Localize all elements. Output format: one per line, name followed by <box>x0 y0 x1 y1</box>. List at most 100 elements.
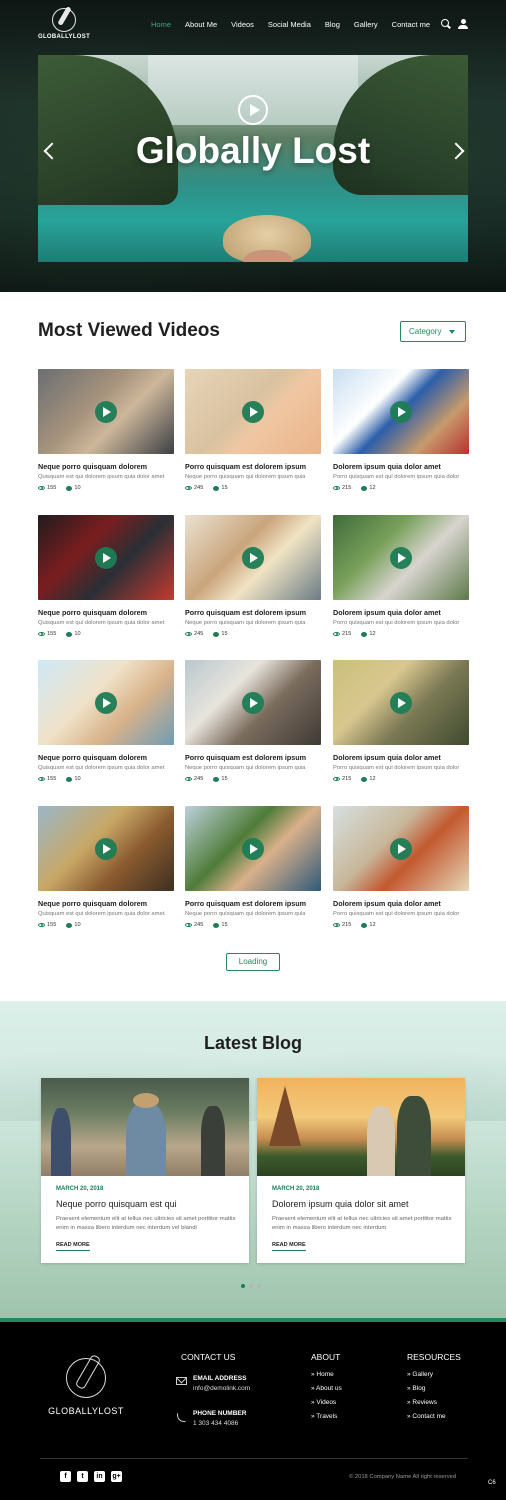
play-icon[interactable] <box>95 838 117 860</box>
play-icon[interactable] <box>390 401 412 423</box>
nav-social-media[interactable]: Social Media <box>268 20 311 29</box>
video-description: Neque porro quisquam qui dolorem ipsum q… <box>185 474 306 480</box>
video-card[interactable]: Porro quisquam est dolorem ipsum Neque po… <box>185 369 321 491</box>
hero-play-icon[interactable] <box>238 95 268 125</box>
play-icon[interactable] <box>95 547 117 569</box>
video-title[interactable]: Porro quisquam est dolorem ipsum <box>185 899 321 908</box>
carousel-dots <box>241 1284 261 1288</box>
video-card[interactable]: Dolorem ipsum quia dolor amet Porro quisq… <box>333 369 469 491</box>
comment-icon <box>213 485 220 491</box>
video-title[interactable]: Neque porro quisquam dolorem <box>38 899 174 908</box>
footer-link-gallery[interactable]: » Gallery <box>407 1371 433 1378</box>
video-stats: 155 10 <box>38 631 174 637</box>
footer-contact-heading: CONTACT US <box>181 1352 236 1362</box>
video-card[interactable]: Neque porro quisquam dolorem Quisquam est… <box>38 515 174 637</box>
nav-gallery[interactable]: Gallery <box>354 20 378 29</box>
play-icon[interactable] <box>390 547 412 569</box>
category-dropdown[interactable]: Category <box>400 321 466 342</box>
comment-icon <box>66 922 73 928</box>
read-more-link[interactable]: READ MORE <box>56 1242 90 1251</box>
facebook-icon[interactable]: f <box>60 1471 71 1482</box>
video-thumbnail[interactable] <box>185 515 321 600</box>
loading-button[interactable]: Loading <box>226 953 280 971</box>
video-thumbnail[interactable] <box>38 660 174 745</box>
nav-videos[interactable]: Videos <box>231 20 254 29</box>
blog-title[interactable]: Dolorem ipsum quia dolor sit amet <box>272 1199 465 1209</box>
video-thumbnail[interactable] <box>38 369 174 454</box>
video-card[interactable]: Dolorem ipsum quia dolor amet Porro quisq… <box>333 806 469 928</box>
play-icon[interactable] <box>390 838 412 860</box>
video-title[interactable]: Dolorem ipsum quia dolor amet <box>333 608 469 617</box>
views-value: 155 <box>47 631 57 637</box>
video-title[interactable]: Neque porro quisquam dolorem <box>38 608 174 617</box>
video-card[interactable]: Neque porro quisquam dolorem Quisquam est… <box>38 660 174 782</box>
play-icon[interactable] <box>390 692 412 714</box>
video-thumbnail[interactable] <box>185 369 321 454</box>
video-title[interactable]: Dolorem ipsum quia dolor amet <box>333 899 469 908</box>
video-description: Porro quisquam est qui dolorem ipsum qui… <box>333 911 460 917</box>
video-card[interactable]: Neque porro quisquam dolorem Quisquam est… <box>38 806 174 928</box>
video-title[interactable]: Porro quisquam est dolorem ipsum <box>185 608 321 617</box>
carousel-dot[interactable] <box>241 1284 245 1288</box>
footer-logo[interactable]: GLOBALLYLOST <box>40 1358 132 1416</box>
twitter-icon[interactable]: t <box>77 1471 88 1482</box>
eye-icon <box>185 923 192 927</box>
nav-home[interactable]: Home <box>151 20 171 29</box>
video-card[interactable]: Dolorem ipsum quia dolor amet Porro quisq… <box>333 515 469 637</box>
site-logo[interactable]: GLOBALLYLOST <box>38 8 90 40</box>
blog-card[interactable]: MARCH 20, 2018 Dolorem ipsum quia dolor … <box>257 1078 465 1263</box>
eye-icon <box>38 923 45 927</box>
video-thumbnail[interactable] <box>333 660 469 745</box>
footer-link-travels[interactable]: » Travels <box>311 1413 337 1420</box>
video-title[interactable]: Dolorem ipsum quia dolor amet <box>333 462 469 471</box>
video-card[interactable]: Dolorem ipsum quia dolor amet Porro quisq… <box>333 660 469 782</box>
play-icon[interactable] <box>242 838 264 860</box>
play-icon[interactable] <box>242 401 264 423</box>
video-thumbnail[interactable] <box>185 806 321 891</box>
play-icon[interactable] <box>242 547 264 569</box>
video-card[interactable]: Neque porro quisquam dolorem Quisquam est… <box>38 369 174 491</box>
nav-about-me[interactable]: About Me <box>185 20 217 29</box>
play-icon[interactable] <box>242 692 264 714</box>
read-more-link[interactable]: READ MORE <box>272 1242 306 1251</box>
video-title[interactable]: Dolorem ipsum quia dolor amet <box>333 753 469 762</box>
nav-contact-me[interactable]: Contact me <box>392 20 430 29</box>
linkedin-icon[interactable]: in <box>94 1471 105 1482</box>
user-icon[interactable] <box>458 19 468 29</box>
email-value[interactable]: info@demolink.com <box>193 1385 250 1392</box>
video-title[interactable]: Porro quisquam est dolorem ipsum <box>185 753 321 762</box>
play-icon[interactable] <box>95 401 117 423</box>
video-card[interactable]: Porro quisquam est dolorem ipsum Neque po… <box>185 660 321 782</box>
views-count: 245 <box>185 631 203 637</box>
video-title[interactable]: Neque porro quisquam dolorem <box>38 462 174 471</box>
video-description: Neque porro quisquam qui dolorem ipsum q… <box>185 765 306 771</box>
video-thumbnail[interactable] <box>185 660 321 745</box>
eye-icon <box>333 923 340 927</box>
video-card[interactable]: Porro quisquam est dolorem ipsum Neque po… <box>185 806 321 928</box>
play-icon[interactable] <box>95 692 117 714</box>
carousel-dot[interactable] <box>257 1284 261 1288</box>
footer-link-about-us[interactable]: » About us <box>311 1385 342 1392</box>
footer-link-blog[interactable]: » Blog <box>407 1385 425 1392</box>
video-thumbnail[interactable] <box>38 806 174 891</box>
nav-blog[interactable]: Blog <box>325 20 340 29</box>
video-thumbnail[interactable] <box>333 369 469 454</box>
video-card[interactable]: Porro quisquam est dolorem ipsum Neque po… <box>185 515 321 637</box>
footer-link-contact-me[interactable]: » Contact me <box>407 1413 446 1420</box>
video-title[interactable]: Neque porro quisquam dolorem <box>38 753 174 762</box>
comments-count: 12 <box>361 631 376 637</box>
video-title[interactable]: Porro quisquam est dolorem ipsum <box>185 462 321 471</box>
footer-link-reviews[interactable]: » Reviews <box>407 1399 437 1406</box>
footer-link-home[interactable]: » Home <box>311 1371 334 1378</box>
blog-title[interactable]: Neque porro quisquam est qui <box>56 1199 249 1209</box>
video-thumbnail[interactable] <box>333 806 469 891</box>
phone-value[interactable]: 1 303 434 4086 <box>193 1420 238 1427</box>
video-thumbnail[interactable] <box>38 515 174 600</box>
search-icon[interactable] <box>441 19 451 29</box>
nav-icons <box>441 19 468 29</box>
footer-link-videos[interactable]: » Videos <box>311 1399 336 1406</box>
video-thumbnail[interactable] <box>333 515 469 600</box>
blog-card[interactable]: MARCH 20, 2018 Neque porro quisquam est … <box>41 1078 249 1263</box>
carousel-dot[interactable] <box>249 1284 253 1288</box>
google-plus-icon[interactable]: g+ <box>111 1471 122 1482</box>
